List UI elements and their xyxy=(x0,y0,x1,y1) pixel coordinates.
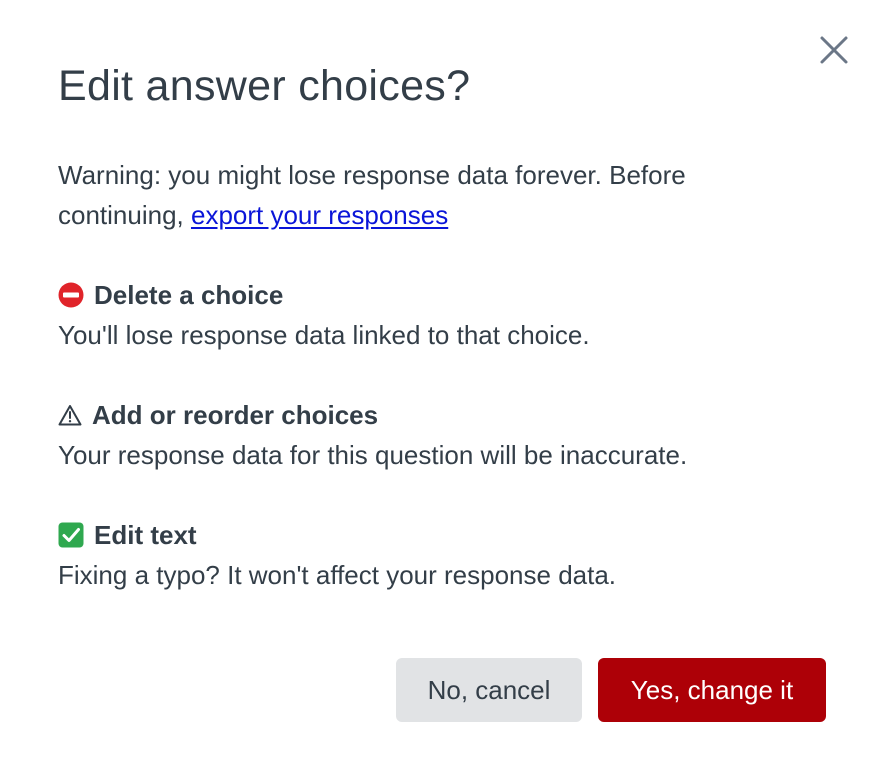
add-reorder-section: Add or reorder choices Your response dat… xyxy=(58,395,838,475)
check-mark-icon xyxy=(58,522,84,548)
close-icon xyxy=(820,36,848,64)
section-description: Your response data for this question wil… xyxy=(58,440,688,470)
section-title: Edit text xyxy=(94,519,197,550)
no-entry-icon xyxy=(58,282,84,308)
warning-message: Warning: you might lose response data fo… xyxy=(58,155,798,235)
section-title: Add or reorder choices xyxy=(92,399,379,430)
section-description: Fixing a typo? It won't affect your resp… xyxy=(58,560,617,590)
section-title: Delete a choice xyxy=(94,279,284,310)
edit-answer-choices-dialog: Edit answer choices? Warning: you might … xyxy=(0,0,884,778)
edit-text-section: Edit text Fixing a typo? It won't affect… xyxy=(58,515,838,595)
warning-icon xyxy=(58,404,82,426)
dialog-title: Edit answer choices? xyxy=(58,62,471,110)
close-button[interactable] xyxy=(814,30,854,70)
export-responses-link[interactable]: export your responses xyxy=(191,200,448,230)
section-description: You'll lose response data linked to that… xyxy=(58,320,590,350)
delete-choice-section: Delete a choice You'll lose response dat… xyxy=(58,275,838,355)
cancel-button[interactable]: No, cancel xyxy=(396,658,582,722)
confirm-change-button[interactable]: Yes, change it xyxy=(598,658,826,722)
